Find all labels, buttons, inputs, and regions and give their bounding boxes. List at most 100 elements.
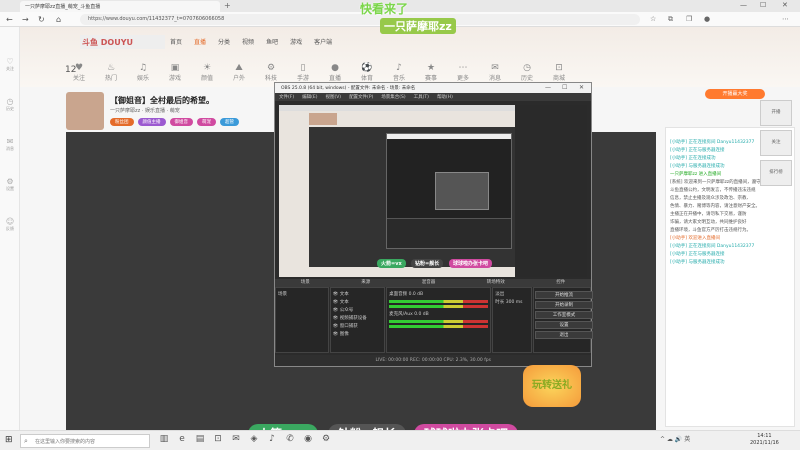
obs-menu-item[interactable]: 配置文件(P) — [349, 94, 373, 100]
room-badge[interactable]: 超管 — [220, 118, 239, 126]
category-item[interactable]: ☀ 颜值 — [198, 63, 216, 82]
start-icon[interactable]: ⊞ — [5, 435, 13, 445]
streamer-avatar[interactable] — [66, 92, 104, 130]
source-item[interactable]: 👁 视频捕获设备 — [333, 314, 383, 322]
category-item[interactable]: ⚽ 体育 — [358, 63, 376, 82]
obs-menu-item[interactable]: 视图(V) — [325, 94, 341, 100]
rail-item[interactable]: ◷ 历史 — [0, 97, 20, 112]
category-item[interactable]: ● 直播 — [326, 63, 344, 82]
obs-close-icon[interactable]: ✕ — [579, 84, 584, 91]
obs-control-button[interactable]: 开始推流 — [535, 291, 593, 299]
obs-maximize-icon[interactable]: ☐ — [562, 84, 567, 91]
favorite-icon[interactable]: ☆ — [650, 15, 656, 23]
category-item[interactable]: ⛰ 户外 — [230, 63, 248, 82]
room-badge[interactable]: 颜值主播 — [137, 118, 166, 126]
category-item[interactable]: ♨ 热门 — [102, 63, 120, 82]
source-eye-icon[interactable]: 👁 — [333, 332, 340, 337]
category-item[interactable]: ★ 赛事 — [422, 63, 440, 82]
top-nav-item[interactable]: 首页 — [170, 37, 182, 46]
category-item[interactable]: ♫ 娱乐 — [134, 63, 152, 82]
scene-item[interactable]: 场景 — [278, 290, 326, 298]
source-item[interactable]: 👁 图像 — [333, 330, 383, 338]
maximize-icon[interactable]: ☐ — [760, 1, 766, 9]
source-item[interactable]: 👁 文本 — [333, 298, 383, 306]
obs-minimize-icon[interactable]: — — [545, 84, 551, 91]
new-tab-icon[interactable]: + — [224, 1, 231, 10]
duration-value[interactable]: 300 ms — [506, 300, 523, 305]
settings-icon[interactable]: ⚙ — [320, 434, 332, 447]
store-icon[interactable]: ⊡ — [212, 434, 224, 447]
back-icon[interactable]: ← — [6, 15, 13, 24]
close-icon[interactable]: ✕ — [782, 1, 788, 9]
source-eye-icon[interactable]: 👁 — [333, 300, 340, 305]
nested-obs-title — [387, 134, 511, 139]
rail-item[interactable]: ☺ 反馈 — [0, 217, 20, 232]
obs-menu-item[interactable]: 场景集合(S) — [381, 94, 405, 100]
obs-control-button[interactable]: 开始录制 — [535, 301, 593, 309]
category-item[interactable]: ⋯ 更多 — [454, 63, 472, 82]
room-badge[interactable]: 粉丝团 — [110, 118, 134, 126]
extension-icon[interactable]: ⧉ — [668, 15, 673, 24]
side-float-item[interactable]: 关注 — [760, 130, 792, 156]
source-eye-icon[interactable]: 👁 — [333, 324, 340, 329]
clock[interactable]: 14:11 2021/11/16 — [750, 433, 779, 447]
category-item[interactable]: ▣ 游戏 — [166, 63, 184, 82]
refresh-icon[interactable]: ↻ — [38, 15, 45, 24]
obs-menu-item[interactable]: 帮助(H) — [437, 94, 453, 100]
taskbar-search[interactable]: ⌕ 在这里输入你要搜索的内容 — [20, 434, 150, 448]
minimize-icon[interactable]: — — [740, 1, 747, 9]
mail-icon[interactable]: ✉ — [230, 434, 242, 447]
room-badge[interactable]: 御姐音 — [169, 118, 193, 126]
home-icon[interactable]: ⌂ — [56, 15, 61, 24]
music-icon[interactable]: ♪ — [266, 434, 278, 447]
obs-control-button[interactable]: 设置 — [535, 321, 593, 329]
source-eye-icon[interactable]: 👁 — [333, 308, 340, 313]
obs-menu-item[interactable]: 文件(F) — [279, 94, 294, 100]
category-item[interactable]: ⊡ 商城 — [550, 63, 568, 82]
rail-item[interactable]: ⚙ 设置 — [0, 177, 20, 192]
edge-icon[interactable]: e — [176, 434, 188, 447]
rail-item[interactable]: ✉ 消息 — [0, 137, 20, 152]
side-float-item[interactable]: 排行榜 — [760, 160, 792, 186]
obs-menu-item[interactable]: 编辑(E) — [302, 94, 317, 100]
obs-control-button[interactable]: 退出 — [535, 331, 593, 339]
source-eye-icon[interactable]: 👁 — [333, 292, 340, 297]
transition-name[interactable]: 淡出 — [495, 290, 529, 298]
forward-icon[interactable]: → — [22, 15, 29, 24]
chat-message-text: [小助手] 正在与服务器连接 — [670, 252, 725, 257]
chat-icon[interactable]: ✆ — [284, 434, 296, 447]
task-view-icon[interactable]: ▥ — [158, 434, 170, 447]
browser-tab[interactable]: 一只萨摩耶zz直播_萌宠_斗鱼直播 — [20, 1, 220, 12]
room-badge[interactable]: 萌宠 — [197, 118, 216, 126]
category-item[interactable]: ▯ 手游 — [294, 63, 312, 82]
header-promo-button[interactable]: 开播赢大奖 — [705, 89, 765, 99]
category-label: 游戏 — [168, 75, 181, 82]
obs-control-button[interactable]: 工作室模式 — [535, 311, 593, 319]
obs-menu-item[interactable]: 工具(T) — [414, 94, 429, 100]
top-nav-item[interactable]: 分类 — [218, 37, 230, 46]
category-item[interactable]: ◷ 历史 — [518, 63, 536, 82]
source-eye-icon[interactable]: 👁 — [333, 316, 340, 321]
source-item[interactable]: 👁 窗口捕获 — [333, 322, 383, 330]
category-item[interactable]: ♪ 音乐 — [390, 63, 408, 82]
game-icon[interactable]: ◈ — [248, 434, 260, 447]
obs-preview[interactable]: 火箭=vx 钻粉=舰长 球球啦办张卡吧 — [279, 105, 587, 277]
profile-icon[interactable]: ● — [704, 15, 710, 23]
category-item[interactable]: ✉ 消息 — [486, 63, 504, 82]
more-icon[interactable]: ⋯ — [782, 15, 789, 23]
source-item[interactable]: 👁 文本 — [333, 290, 383, 298]
category-item[interactable]: ⚙ 科技 — [262, 63, 280, 82]
top-nav-item[interactable]: 鱼吧 — [266, 37, 278, 46]
folder-icon[interactable]: ▤ — [194, 434, 206, 447]
rail-item[interactable]: ♡ 关注 — [0, 57, 20, 72]
side-float-item[interactable]: 开播 — [760, 100, 792, 126]
top-nav-item[interactable]: 直播 — [194, 37, 206, 46]
top-nav-item[interactable]: 游戏 — [290, 37, 302, 46]
top-nav-item[interactable]: 视频 — [242, 37, 254, 46]
obs-icon[interactable]: ◉ — [302, 434, 314, 447]
douyu-logo[interactable]: 斗鱼 DOUYU — [80, 35, 165, 49]
collections-icon[interactable]: ❐ — [686, 15, 692, 23]
system-tray[interactable]: ^ ☁ 🔊 英 — [660, 434, 690, 443]
top-nav-item[interactable]: 客户端 — [314, 37, 332, 46]
source-item[interactable]: 👁 公众号 — [333, 306, 383, 314]
